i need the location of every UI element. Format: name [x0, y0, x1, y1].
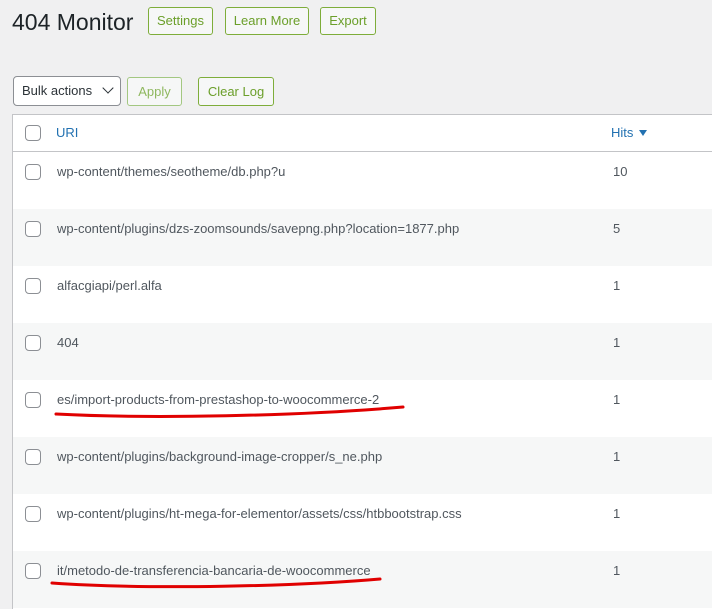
row-hits: 1 [613, 563, 621, 578]
row-hits: 1 [613, 392, 621, 407]
table-row: wp-content/plugins/background-image-crop… [13, 437, 712, 494]
row-checkbox[interactable] [25, 335, 41, 351]
table-row: es/import-products-from-prestashop-to-wo… [13, 380, 712, 437]
row-checkbox[interactable] [25, 563, 41, 579]
row-checkbox[interactable] [25, 449, 41, 465]
row-uri: es/import-products-from-prestashop-to-wo… [57, 392, 380, 407]
row-hits: 1 [613, 278, 621, 293]
apply-button[interactable]: Apply [127, 77, 182, 106]
row-hits: 1 [613, 335, 621, 350]
sort-desc-icon [639, 130, 648, 136]
row-hits: 1 [613, 449, 621, 464]
log-table: URI Hits wp-content/themes/seotheme/db.p… [12, 114, 712, 609]
row-uri: 404 [57, 335, 79, 350]
clear-log-button[interactable]: Clear Log [198, 77, 274, 106]
table-row: alfacgiapi/perl.alfa 1 [13, 266, 712, 323]
row-uri: wp-content/plugins/ht-mega-for-elementor… [57, 506, 462, 521]
table-row: it/metodo-de-transferencia-bancaria-de-w… [13, 551, 712, 608]
row-hits: 5 [613, 221, 621, 236]
bulk-actions-select[interactable]: Bulk actions [13, 76, 121, 106]
learn-more-button[interactable]: Learn More [225, 7, 309, 35]
row-uri: it/metodo-de-transferencia-bancaria-de-w… [57, 563, 371, 578]
settings-button[interactable]: Settings [148, 7, 213, 35]
row-checkbox[interactable] [25, 506, 41, 522]
row-uri: wp-content/plugins/dzs-zoomsounds/savepn… [57, 221, 460, 236]
select-all-checkbox[interactable] [25, 125, 41, 141]
row-hits: 1 [613, 506, 621, 521]
row-uri: wp-content/themes/seotheme/db.php?u [57, 164, 286, 179]
column-header-hits-label: Hits [611, 125, 634, 140]
column-header-hits[interactable]: Hits [611, 125, 648, 140]
row-checkbox[interactable] [25, 164, 41, 180]
table-row: wp-content/plugins/dzs-zoomsounds/savepn… [13, 209, 712, 266]
row-checkbox[interactable] [25, 278, 41, 294]
table-row: 404 1 [13, 323, 712, 380]
row-checkbox[interactable] [25, 392, 41, 408]
row-uri: wp-content/plugins/background-image-crop… [57, 449, 383, 464]
table-row: wp-content/plugins/ht-mega-for-elementor… [13, 494, 712, 551]
page-title: 404 Monitor [12, 9, 134, 35]
table-row: wp-content/themes/seotheme/db.php?u 10 [13, 152, 712, 209]
row-uri: alfacgiapi/perl.alfa [57, 278, 162, 293]
column-header-uri[interactable]: URI [56, 125, 78, 140]
bulk-actions-value: Bulk actions [22, 83, 93, 98]
table-header: URI Hits [13, 115, 712, 152]
row-hits: 10 [613, 164, 628, 179]
export-button[interactable]: Export [320, 7, 376, 35]
chevron-down-icon [102, 82, 114, 94]
row-checkbox[interactable] [25, 221, 41, 237]
